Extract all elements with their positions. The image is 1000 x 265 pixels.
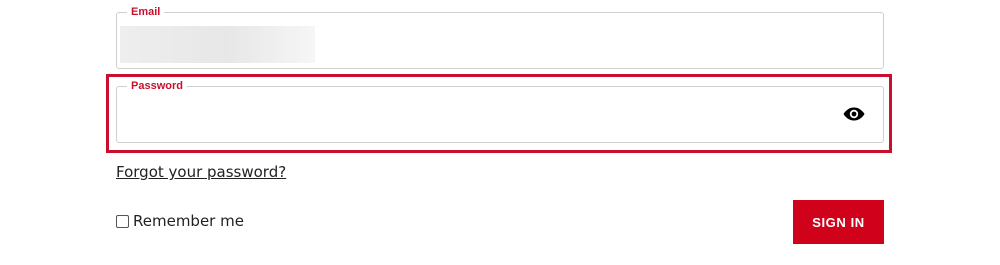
forgot-password-link[interactable]: Forgot your password? — [116, 163, 286, 181]
eye-icon — [843, 107, 865, 121]
email-label: Email — [127, 5, 165, 19]
email-value-redacted — [120, 26, 315, 63]
remember-me[interactable]: Remember me — [116, 212, 244, 230]
email-field[interactable]: Email — [116, 5, 884, 69]
show-password-button[interactable] — [843, 105, 865, 123]
sign-in-button[interactable]: SIGN IN — [793, 200, 884, 244]
password-label: Password — [127, 79, 187, 93]
password-field[interactable]: Password — [116, 79, 884, 143]
remember-me-label: Remember me — [133, 212, 244, 230]
remember-me-checkbox[interactable] — [116, 214, 129, 228]
